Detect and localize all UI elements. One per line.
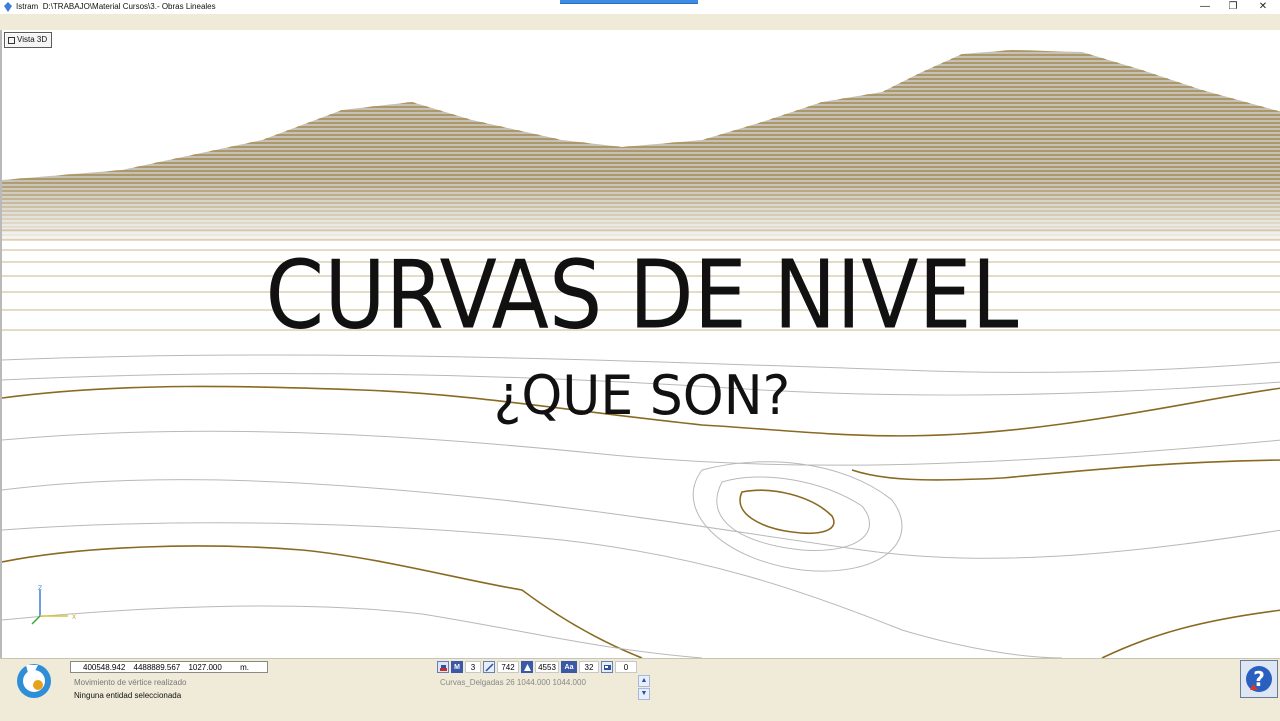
polyline-icon[interactable] [483, 661, 495, 673]
overlay-subtitle: ¿QUE SON? [493, 364, 791, 428]
layers-icon[interactable] [437, 661, 449, 673]
coord-x: 400548.942 [83, 663, 126, 672]
window-title: Istram D:\TRABAJO\Material Cursos\3.- Ob… [16, 2, 216, 11]
help-button[interactable]: ? [1240, 660, 1278, 698]
axis-z-label: Z [38, 585, 42, 592]
counter-texts-value: 32 [579, 661, 599, 673]
coord-z: 1027.000 [188, 663, 222, 672]
document-path: D:\TRABAJO\Material Cursos\3.- Obras Lin… [42, 2, 216, 11]
current-layer-info: Curvas_Delgadas 26 1044.000 1044.000 [440, 678, 586, 687]
toolbar-strip [0, 14, 1280, 30]
axis-labels: Z X [38, 585, 76, 621]
coord-unit: m. [240, 663, 249, 672]
app-icon [4, 2, 12, 12]
istram-logo-icon [17, 664, 51, 698]
scroll-up-button[interactable]: ▲ [638, 675, 650, 687]
restore-button[interactable]: ❐ [1218, 0, 1248, 14]
counter-layers-value: 3 [465, 661, 481, 673]
title-center-tab[interactable] [560, 0, 698, 4]
coord-y: 4488889.567 [133, 663, 181, 672]
app-name: Istram [16, 2, 39, 11]
m-badge[interactable]: M [451, 661, 463, 673]
counter-polylines-value: 742 [497, 661, 519, 673]
view-3d-icon [8, 36, 15, 44]
selection-message: Ninguna entidad seleccionada [74, 691, 182, 700]
axis-x-label: X [72, 614, 76, 621]
3d-viewport[interactable]: Z X Vista 3D CURVAS DE NIVEL ¿QUE SON? [0, 30, 1280, 658]
scroll-down-button[interactable]: ▼ [638, 688, 650, 700]
message-scroller: ▲ ▼ [638, 675, 650, 701]
blocks-icon[interactable] [601, 661, 613, 673]
counter-blocks-value: 0 [615, 661, 637, 673]
help-icon: ? [1246, 666, 1272, 692]
title-bar: Istram D:\TRABAJO\Material Cursos\3.- Ob… [0, 0, 1280, 14]
coordinates-readout: 400548.942 4488889.567 1027.000 m. [70, 661, 268, 673]
counter-surfaces-value: 4553 [535, 661, 559, 673]
close-button[interactable]: ✕ [1248, 0, 1278, 14]
status-message: Movimiento de vértice realizado [74, 678, 187, 687]
view-mode-label: Vista 3D [17, 35, 48, 44]
view-mode-button[interactable]: Vista 3D [4, 32, 53, 48]
minimize-button[interactable]: — [1190, 0, 1220, 14]
text-icon[interactable]: Aa [561, 661, 577, 673]
status-bar: 400548.942 4488889.567 1027.000 m. Movim… [0, 658, 1280, 721]
overlay-title: CURVAS DE NIVEL [265, 240, 1019, 350]
surface-icon[interactable] [521, 661, 533, 673]
entity-counters: M 3 742 4553 Aa 32 0 [437, 660, 639, 674]
